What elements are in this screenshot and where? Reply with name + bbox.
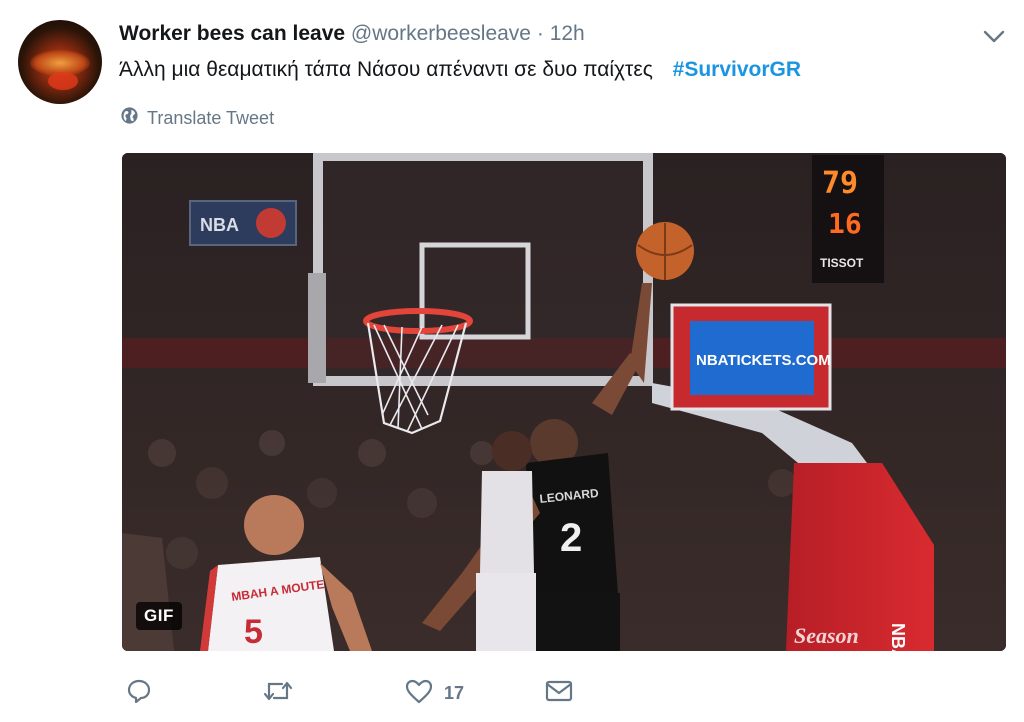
heart-icon	[404, 678, 434, 709]
tweet-header: Worker bees can leave @workerbeesleave ·…	[119, 20, 585, 48]
reply-icon	[126, 678, 152, 709]
direct-message-button[interactable]	[544, 676, 574, 710]
gif-frame: NBA NBATICKETS.COM NBA Season 79 16 TISS…	[122, 153, 1006, 651]
scoreboard-bottom: 16	[828, 207, 862, 240]
media-gif[interactable]: NBA NBATICKETS.COM NBA Season 79 16 TISS…	[122, 153, 1006, 651]
retweet-icon	[262, 678, 294, 709]
user-handle[interactable]: @workerbeesleave	[351, 22, 531, 45]
clippers-player-number: 5	[244, 613, 263, 651]
scoreboard-top: 79	[822, 166, 858, 201]
spurs-player-number: 2	[560, 516, 582, 560]
tweet-text: Άλλη μια θεαματική τάπα Νάσου απέναντι σ…	[119, 56, 801, 84]
translate-label: Translate Tweet	[147, 108, 275, 128]
retweet-button[interactable]	[262, 676, 294, 710]
tweet-timestamp[interactable]: 12h	[550, 22, 585, 45]
arena-banner-text: NBA	[200, 215, 239, 235]
user-name[interactable]: Worker bees can leave	[119, 22, 345, 45]
hashtag-link[interactable]: #SurvivorGR	[673, 58, 801, 81]
chevron-down-icon[interactable]	[980, 24, 1008, 48]
scoreboard: 79 16 TISSOT	[812, 155, 884, 283]
gif-badge: GIF	[136, 602, 182, 630]
like-button[interactable]: 17	[404, 676, 464, 710]
separator-dot: ·	[536, 22, 544, 45]
stanchion-ad-board: NBATICKETS.COM	[670, 303, 832, 411]
reply-button[interactable]	[126, 676, 152, 710]
scoreboard-brand: TISSOT	[820, 256, 864, 270]
stanchion-logo-text: NBA	[888, 623, 908, 651]
arena-banner: NBA	[189, 200, 297, 246]
globe-icon	[120, 106, 139, 130]
avatar[interactable]	[18, 20, 102, 104]
like-count: 17	[444, 682, 465, 703]
translate-tweet-link[interactable]: Translate Tweet	[120, 106, 274, 130]
envelope-icon	[544, 678, 574, 709]
avatar-image-detail	[48, 72, 78, 90]
ad-board-text: NBATICKETS.COM	[696, 352, 831, 369]
tweet-body: Άλλη μια θεαματική τάπα Νάσου απέναντι σ…	[119, 58, 653, 81]
tweet-actions: 17	[122, 676, 722, 710]
stanchion-bottom-text: Season	[794, 623, 859, 648]
